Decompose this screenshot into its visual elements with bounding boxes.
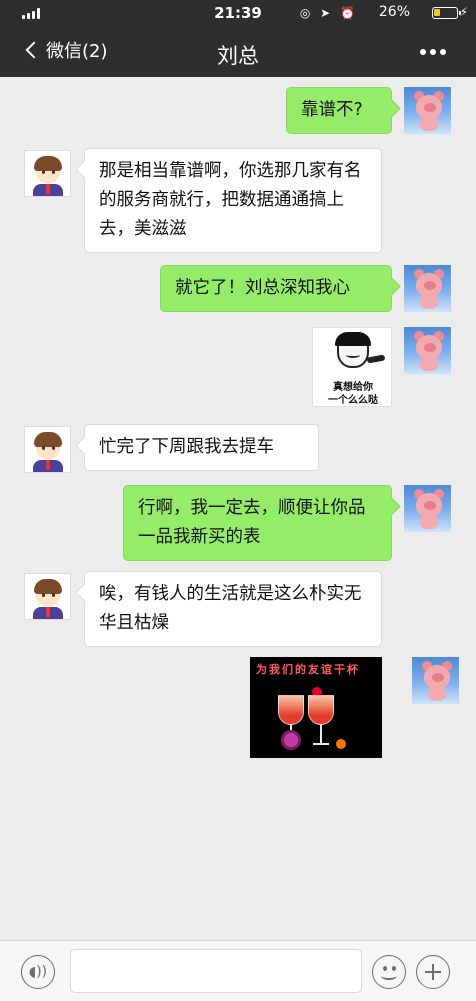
more-dot-icon xyxy=(430,49,436,55)
message-bubble-outgoing[interactable]: 靠谱不? xyxy=(286,87,392,134)
contact-avatar[interactable] xyxy=(24,150,71,197)
charging-icon: ⚡ xyxy=(459,5,468,19)
battery-fill xyxy=(434,9,440,16)
voice-icon: ◖)) xyxy=(28,964,48,980)
status-icons: ◎ ➤ ⏰ xyxy=(299,6,358,20)
nav-bar: 微信(2) 刘总 xyxy=(0,26,476,77)
more-dot-icon xyxy=(420,49,426,55)
chat-title: 刘总 xyxy=(217,44,259,68)
battery-percent: 26% xyxy=(378,4,410,20)
voice-input-button[interactable]: ◖)) xyxy=(21,955,55,989)
my-avatar[interactable] xyxy=(404,265,451,312)
contact-avatar[interactable] xyxy=(24,573,71,620)
my-avatar[interactable] xyxy=(404,485,451,532)
input-bar: ◖)) xyxy=(0,940,476,1001)
emoji-button[interactable] xyxy=(372,955,406,989)
message-bubble-incoming[interactable]: 忙完了下周跟我去提车 xyxy=(84,424,319,471)
smiley-icon xyxy=(383,966,387,971)
sticker-message[interactable]: 真想给你 一个么么哒 xyxy=(312,327,392,407)
contact-avatar[interactable] xyxy=(24,426,71,473)
my-avatar[interactable] xyxy=(404,327,451,374)
more-dot-icon xyxy=(440,49,446,55)
battery-icon xyxy=(432,7,461,19)
message-input[interactable] xyxy=(70,949,362,993)
sticker-caption: 为我们的友谊干杯 xyxy=(256,663,360,676)
top-bar: 21:39 ◎ ➤ ⏰ 26% ⚡ 微信(2) 刘总 xyxy=(0,0,476,77)
message-bubble-outgoing[interactable]: 就它了！刘总深知我心 xyxy=(160,265,392,312)
message-bubble-outgoing[interactable]: 行啊，我一定去，顺便让你品一品我新买的表 xyxy=(123,485,392,561)
more-button[interactable] xyxy=(420,49,446,55)
sticker-message[interactable]: 为我们的友谊干杯 xyxy=(250,657,382,758)
message-bubble-incoming[interactable]: 那是相当靠谱啊，你选那几家有名的服务商就行，把数据通通搞上去，美滋滋 xyxy=(84,148,382,253)
my-avatar[interactable] xyxy=(412,657,459,704)
message-bubble-incoming[interactable]: 唉，有钱人的生活就是这么朴实无华且枯燥 xyxy=(84,571,382,647)
my-avatar[interactable] xyxy=(404,87,451,134)
sticker-caption: 一个么么哒 xyxy=(328,395,378,406)
more-functions-button[interactable] xyxy=(416,955,450,989)
status-bar: 21:39 ◎ ➤ ⏰ 26% ⚡ xyxy=(0,0,476,26)
